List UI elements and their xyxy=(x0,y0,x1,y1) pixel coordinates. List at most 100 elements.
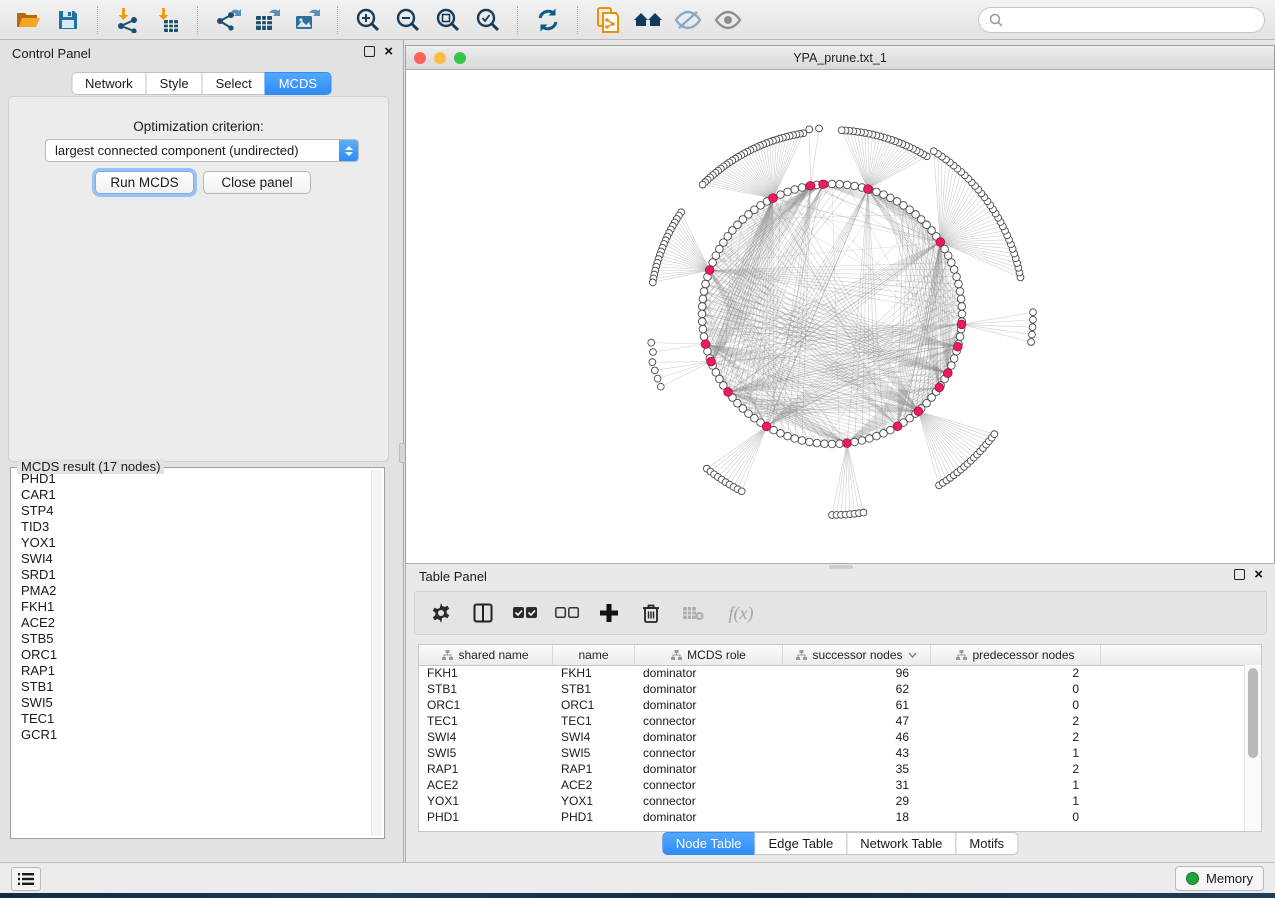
column-header-MCDS-role[interactable]: MCDS role xyxy=(635,645,783,665)
network-node[interactable] xyxy=(836,180,844,188)
network-node[interactable] xyxy=(957,295,965,303)
network-node[interactable] xyxy=(648,339,655,346)
table-cell[interactable]: SWI5 xyxy=(553,746,635,760)
network-node[interactable] xyxy=(1028,339,1035,346)
network-node[interactable] xyxy=(948,362,956,370)
table-cell[interactable]: 2 xyxy=(931,762,1101,776)
network-node[interactable] xyxy=(851,182,859,190)
table-row[interactable]: PHD1PHD1dominator180 xyxy=(419,809,1245,825)
network-node[interactable] xyxy=(1030,309,1037,316)
tab-mcds[interactable]: MCDS xyxy=(265,72,331,95)
table-scrollbar-thumb[interactable] xyxy=(1248,668,1258,758)
network-node[interactable] xyxy=(651,367,658,374)
column-header-successor-nodes[interactable]: successor nodes xyxy=(783,645,931,665)
network-node[interactable] xyxy=(700,288,708,296)
table-cell[interactable]: SWI5 xyxy=(419,746,553,760)
network-node[interactable] xyxy=(950,266,958,274)
network-node[interactable] xyxy=(873,432,881,440)
network-node[interactable] xyxy=(930,148,937,155)
table-row[interactable]: FKH1FKH1dominator962 xyxy=(419,665,1245,681)
close-panel-icon[interactable]: × xyxy=(1254,570,1263,580)
network-node[interactable] xyxy=(836,440,844,448)
network-node[interactable] xyxy=(784,432,792,440)
table-cell[interactable]: 0 xyxy=(931,682,1101,696)
deselect-all-rows-button[interactable] xyxy=(555,601,579,625)
duplicate-network-button[interactable] xyxy=(590,4,626,36)
network-node[interactable] xyxy=(791,186,799,194)
save-button[interactable] xyxy=(50,4,86,36)
network-node[interactable] xyxy=(865,435,873,443)
column-header-shared-name[interactable]: shared name xyxy=(419,645,553,665)
first-neighbors-button[interactable] xyxy=(630,4,666,36)
mcds-node[interactable] xyxy=(701,340,710,349)
table-cell[interactable]: RAP1 xyxy=(419,762,553,776)
network-node[interactable] xyxy=(698,303,706,311)
mcds-result-list[interactable]: PHD1CAR1STP4TID3YOX1SWI4SRD1PMA2FKH1ACE2… xyxy=(13,471,371,836)
close-panel-button[interactable]: Close panel xyxy=(203,171,311,194)
table-cell[interactable]: 35 xyxy=(783,762,931,776)
mcds-result-item[interactable]: RAP1 xyxy=(13,663,371,679)
panel-menu-button[interactable] xyxy=(11,867,41,891)
mcds-node[interactable] xyxy=(943,369,952,378)
network-node[interactable] xyxy=(958,303,966,311)
network-node[interactable] xyxy=(649,279,656,286)
table-cell[interactable]: connector xyxy=(635,746,783,760)
mcds-node[interactable] xyxy=(843,439,852,448)
table-cell[interactable]: TEC1 xyxy=(553,714,635,728)
delete-column-button[interactable] xyxy=(639,601,663,625)
table-cell[interactable]: ACE2 xyxy=(553,778,635,792)
tab-network-table[interactable]: Network Table xyxy=(846,832,956,855)
table-row[interactable]: RAP1RAP1dominator352 xyxy=(419,761,1245,777)
table-row[interactable]: YOX1YOX1connector291 xyxy=(419,793,1245,809)
network-node[interactable] xyxy=(851,438,859,446)
network-node[interactable] xyxy=(950,355,958,363)
table-cell[interactable]: STB1 xyxy=(553,682,635,696)
network-node[interactable] xyxy=(816,125,823,132)
mcds-node[interactable] xyxy=(893,422,902,431)
network-node[interactable] xyxy=(738,488,745,495)
table-cell[interactable]: STB1 xyxy=(419,682,553,696)
table-cell[interactable]: YOX1 xyxy=(553,794,635,808)
table-row[interactable]: TEC1TEC1connector472 xyxy=(419,713,1245,729)
table-cell[interactable]: 47 xyxy=(783,714,931,728)
network-node[interactable] xyxy=(813,439,821,447)
table-cell[interactable]: 2 xyxy=(931,714,1101,728)
network-node[interactable] xyxy=(956,333,964,341)
memory-button[interactable]: Memory xyxy=(1175,866,1264,891)
mcds-result-item[interactable]: YOX1 xyxy=(13,535,371,551)
table-cell[interactable]: 46 xyxy=(783,730,931,744)
tab-node-table[interactable]: Node Table xyxy=(662,832,756,855)
import-table-button[interactable] xyxy=(150,4,186,36)
network-node[interactable] xyxy=(699,295,707,303)
column-header-predecessor-nodes[interactable]: predecessor nodes xyxy=(931,645,1101,665)
export-image-button[interactable] xyxy=(290,4,326,36)
table-cell[interactable]: PHD1 xyxy=(553,810,635,824)
network-node[interactable] xyxy=(991,431,998,438)
table-cell[interactable]: 31 xyxy=(783,778,931,792)
close-panel-icon[interactable]: × xyxy=(384,47,393,57)
table-cell[interactable]: 43 xyxy=(783,746,931,760)
table-cell[interactable]: 96 xyxy=(783,666,931,680)
mcds-result-item[interactable]: FKH1 xyxy=(13,599,371,615)
mcds-result-item[interactable]: GCR1 xyxy=(13,727,371,743)
tab-motifs[interactable]: Motifs xyxy=(955,832,1018,855)
table-cell[interactable]: YOX1 xyxy=(419,794,553,808)
network-node[interactable] xyxy=(649,359,656,366)
show-all-button[interactable] xyxy=(710,4,746,36)
network-node[interactable] xyxy=(698,318,706,326)
table-cell[interactable]: 29 xyxy=(783,794,931,808)
table-cell[interactable]: dominator xyxy=(635,810,783,824)
table-cell[interactable]: dominator xyxy=(635,682,783,696)
mcds-result-item[interactable]: SWI5 xyxy=(13,695,371,711)
table-row[interactable]: STB1STB1dominator620 xyxy=(419,681,1245,697)
table-cell[interactable]: FKH1 xyxy=(553,666,635,680)
table-cell[interactable]: ACE2 xyxy=(419,778,553,792)
network-node[interactable] xyxy=(699,181,706,188)
export-network-button[interactable] xyxy=(210,4,246,36)
table-cell[interactable]: SWI4 xyxy=(419,730,553,744)
table-settings-button[interactable] xyxy=(429,601,453,625)
table-cell[interactable]: SWI4 xyxy=(553,730,635,744)
column-header-name[interactable]: name xyxy=(553,645,635,665)
network-node[interactable] xyxy=(838,127,845,134)
network-node[interactable] xyxy=(798,184,806,192)
